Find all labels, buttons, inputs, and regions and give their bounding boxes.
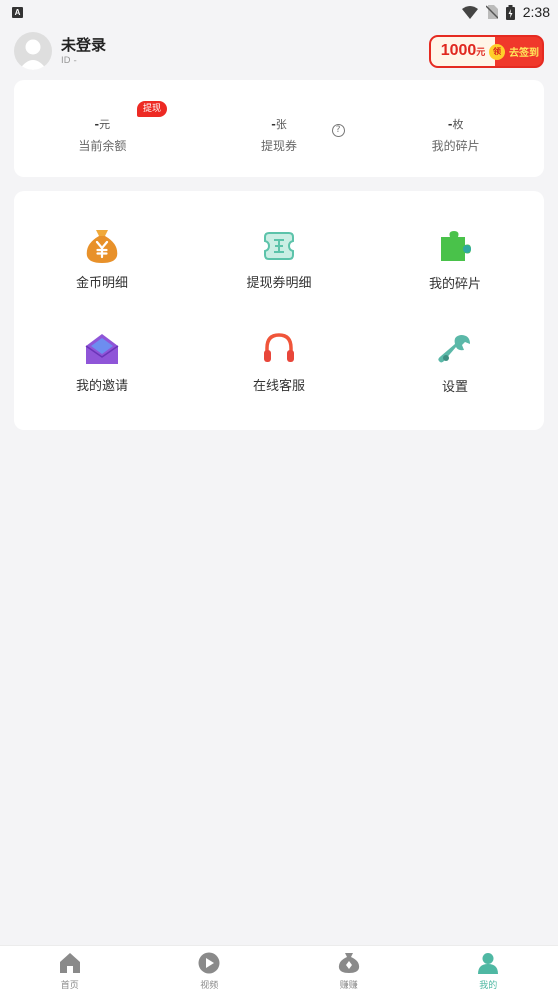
fragments-label: 我的碎片 xyxy=(431,139,480,153)
signin-cta: 去签到 xyxy=(509,47,539,59)
signin-banner-button[interactable]: 1000 元 领 去签到 xyxy=(429,34,544,68)
balance-label: 当前余额 xyxy=(78,139,127,153)
menu-item-my-invitations[interactable]: 我的邀请 xyxy=(32,329,172,394)
menu-card: 金币明细 提现券明细 我的碎片 我的邀请 在线客服 设置 xyxy=(14,191,544,430)
signin-reward: 1000 元 xyxy=(431,36,495,66)
puzzle-icon xyxy=(435,227,475,267)
ticket-icon xyxy=(259,226,299,266)
menu-label: 我的碎片 xyxy=(428,277,481,292)
tab-earn[interactable]: 赚赚 xyxy=(279,946,419,992)
wrench-icon xyxy=(435,330,475,370)
money-pouch-icon xyxy=(337,951,361,975)
voucher-label: 提现券 xyxy=(261,139,298,153)
envelope-icon xyxy=(82,329,122,369)
balance-item-current[interactable]: -元 当前余额 提现 xyxy=(14,80,191,177)
signin-unit: 元 xyxy=(476,47,486,58)
balance-card: -元 当前余额 提现 -张 提现券 ? -枚 我的碎片 xyxy=(14,80,544,177)
battery-icon xyxy=(505,4,515,20)
menu-item-my-fragments[interactable]: 我的碎片 xyxy=(385,227,525,292)
clock-time: 2:38 xyxy=(522,4,550,20)
menu-item-voucher-detail[interactable]: 提现券明细 xyxy=(209,226,349,291)
menu-label: 提现券明细 xyxy=(246,276,312,291)
balance-value: -元 xyxy=(94,118,111,131)
signin-amount: 1000 xyxy=(440,41,477,59)
menu-item-coin-detail[interactable]: 金币明细 xyxy=(32,226,172,291)
user-id: ID - xyxy=(61,56,77,66)
ling-badge: 领 xyxy=(489,43,505,60)
withdraw-badge[interactable]: 提现 xyxy=(137,101,168,117)
balance-item-voucher[interactable]: -张 提现券 ? xyxy=(191,80,368,177)
tab-home[interactable]: 首页 xyxy=(0,946,140,992)
tab-mine[interactable]: 我的 xyxy=(419,946,558,992)
avatar[interactable] xyxy=(14,32,52,70)
play-icon xyxy=(197,951,221,975)
tab-video[interactable]: 视频 xyxy=(140,946,280,992)
home-icon xyxy=(58,951,82,975)
menu-label: 设置 xyxy=(441,380,468,395)
user-name: 未登录 xyxy=(61,36,107,54)
menu-item-settings[interactable]: 设置 xyxy=(385,330,525,395)
money-bag-icon xyxy=(82,226,122,266)
tab-label: 视频 xyxy=(200,981,219,991)
menu-label: 金币明细 xyxy=(75,276,128,291)
a-box-icon: A xyxy=(12,6,23,18)
menu-label: 在线客服 xyxy=(252,379,305,394)
status-bar: A 2:38 xyxy=(0,0,558,24)
tab-label: 赚赚 xyxy=(339,981,358,991)
bottom-tab-bar: 首页 视频 赚赚 我的 xyxy=(0,945,558,992)
voucher-value: -张 xyxy=(271,118,287,131)
avatar-placeholder-icon xyxy=(19,39,47,70)
tab-label: 首页 xyxy=(60,981,79,991)
person-icon xyxy=(476,951,500,975)
menu-item-online-service[interactable]: 在线客服 xyxy=(209,329,349,394)
profile-header: 未登录 ID - 1000 元 领 去签到 xyxy=(14,31,544,71)
user-info[interactable]: 未登录 ID - xyxy=(61,35,106,67)
no-sim-icon xyxy=(485,5,498,19)
balance-item-fragments[interactable]: -枚 我的碎片 xyxy=(367,80,544,177)
headset-icon xyxy=(259,329,299,369)
tab-label: 我的 xyxy=(479,981,498,991)
help-icon[interactable]: ? xyxy=(331,124,345,137)
fragments-value: -枚 xyxy=(447,118,464,131)
menu-label: 我的邀请 xyxy=(75,379,128,394)
wifi-icon xyxy=(461,5,478,19)
